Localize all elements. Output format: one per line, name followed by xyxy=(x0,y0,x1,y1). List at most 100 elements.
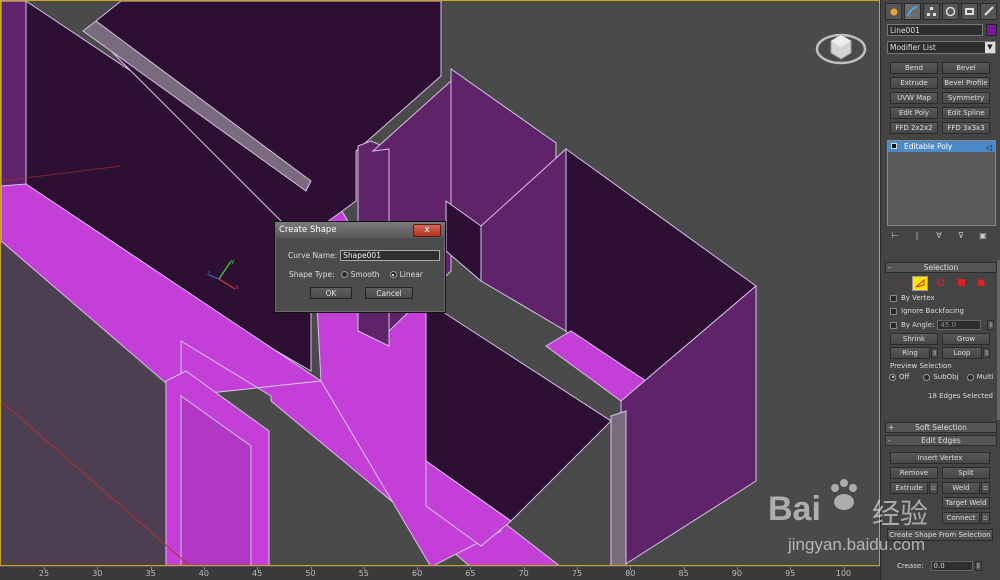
configure-modifier-sets-icon[interactable]: ▣ xyxy=(977,230,989,241)
shrink-button[interactable]: Shrink xyxy=(890,333,938,345)
angle-spinner[interactable]: ⇕ xyxy=(987,320,995,330)
by-vertex-label: By Vertex xyxy=(901,294,935,302)
weld-settings-button[interactable]: ▫ xyxy=(981,482,990,494)
loop-button[interactable]: Loop xyxy=(942,347,982,359)
ruler-tick-label: 90 xyxy=(731,569,742,578)
split-button[interactable]: Split xyxy=(942,467,990,479)
hierarchy-tab-icon[interactable] xyxy=(923,3,940,20)
edit-edges-rollout-header[interactable]: - Edit Edges xyxy=(885,435,997,446)
crease-spinner[interactable]: ⇕ xyxy=(974,561,982,571)
connect-settings-button[interactable]: ▫ xyxy=(981,512,990,524)
curve-name-label: Curve Name: xyxy=(288,251,338,260)
connect-button[interactable]: Connect xyxy=(942,512,980,524)
modify-tab-icon[interactable] xyxy=(904,3,921,20)
border-mode-icon[interactable] xyxy=(934,276,948,289)
utilities-tab-icon[interactable] xyxy=(980,3,997,20)
preview-subobj-radio[interactable] xyxy=(923,373,931,381)
display-tab-icon[interactable] xyxy=(961,3,978,20)
ruler-tick-label: 85 xyxy=(678,569,689,578)
modifier-button-edit-spline[interactable]: Edit Spline xyxy=(942,107,990,119)
vertex-mode-icon[interactable]: ·: xyxy=(892,276,906,289)
transform-gizmo-icon: y x z xyxy=(207,258,239,291)
ring-button[interactable]: Ring xyxy=(890,347,930,359)
left-box-side xyxy=(1,1,27,192)
modifier-stack[interactable]: Editable Poly ◁ xyxy=(887,140,996,226)
by-angle-checkbox[interactable] xyxy=(890,321,897,329)
create-shape-from-selection-button[interactable]: Create Shape From Selection xyxy=(887,529,993,541)
target-weld-button[interactable]: Target Weld xyxy=(942,497,990,509)
modifier-button-symmetry[interactable]: Symmetry xyxy=(942,92,990,104)
modifier-button-bevel[interactable]: Bevel xyxy=(942,62,990,74)
modifier-button-bend[interactable]: Bend xyxy=(890,62,938,74)
remove-button[interactable]: Remove xyxy=(890,467,938,479)
perspective-viewport[interactable]: y x z Create Shape x Curve Name: Shape T… xyxy=(0,0,880,566)
by-vertex-row: By Vertex xyxy=(890,294,935,302)
preview-off-radio[interactable] xyxy=(889,373,896,381)
ruler-tick-label: 55 xyxy=(358,569,369,578)
panel-tabs xyxy=(885,3,997,20)
by-vertex-checkbox[interactable] xyxy=(890,294,897,302)
modifier-button-uvw-map[interactable]: UVW Map xyxy=(890,92,938,104)
extrude-settings-button[interactable]: ▫ xyxy=(929,482,938,494)
collapse-icon: - xyxy=(888,263,891,272)
ruler-tick-label: 75 xyxy=(571,569,583,578)
ring-spinner[interactable]: ⇕ xyxy=(931,348,938,358)
extrude-button[interactable]: Extrude xyxy=(890,482,928,494)
make-unique-icon[interactable]: ∀ xyxy=(933,230,945,241)
svg-text:x: x xyxy=(235,284,239,291)
close-button[interactable]: x xyxy=(413,224,441,237)
preview-off-label: Off xyxy=(899,373,910,381)
stack-item-editable-poly[interactable]: Editable Poly ◁ xyxy=(888,141,995,152)
modifier-button-ffd-3x3x3[interactable]: FFD 3x3x3 xyxy=(942,122,990,134)
modifier-button-ffd-2x2x2[interactable]: FFD 2x2x2 xyxy=(890,122,938,134)
selection-rollout-header[interactable]: - Selection xyxy=(885,262,997,273)
linear-radio[interactable] xyxy=(389,271,397,278)
modifier-button-extrude[interactable]: Extrude xyxy=(890,77,938,89)
crease-input[interactable]: 0.0 xyxy=(930,561,973,571)
polygon-mode-icon[interactable] xyxy=(954,276,968,289)
grow-button[interactable]: Grow xyxy=(942,333,990,345)
ruler-tick-label: 60 xyxy=(412,569,423,578)
linear-label: Linear xyxy=(399,270,423,279)
selection-status: 18 Edges Selected xyxy=(928,392,993,400)
lower-box-rim xyxy=(610,410,627,565)
dialog-title-bar[interactable]: Create Shape x xyxy=(275,222,445,238)
pin-stack-icon[interactable]: ⊢ xyxy=(889,230,901,241)
object-color-swatch[interactable] xyxy=(986,24,997,36)
soft-selection-rollout-header[interactable]: + Soft Selection xyxy=(885,422,997,433)
ok-button[interactable]: OK xyxy=(310,287,352,299)
subobject-icons: ·: xyxy=(892,276,988,291)
modifier-button-bevel-profile[interactable]: Bevel Profile xyxy=(942,77,990,89)
object-name-field[interactable]: Line001 xyxy=(887,24,983,36)
by-angle-row: By Angle: 45.0 ⇕ xyxy=(890,320,995,330)
curve-name-input[interactable] xyxy=(340,250,441,261)
motion-tab-icon[interactable] xyxy=(942,3,959,20)
ruler-tick-label: 50 xyxy=(305,569,316,578)
element-mode-icon[interactable] xyxy=(974,276,988,289)
crease-label: Crease: xyxy=(897,562,924,570)
loop-spinner[interactable]: ⇕ xyxy=(983,348,990,358)
ruler-tick-label: 70 xyxy=(518,569,529,578)
ruler-tick-label: 80 xyxy=(625,569,636,578)
timeline-ruler[interactable]: 25 30 35 40 45 50 55 60 65 70 75 80 85 90 95 100 xyxy=(0,566,880,580)
cancel-button[interactable]: Cancel xyxy=(365,287,413,299)
curve-name-row: Curve Name: xyxy=(288,250,441,261)
weld-button[interactable]: Weld xyxy=(942,482,980,494)
ignore-backfacing-checkbox[interactable] xyxy=(890,307,897,315)
show-end-result-icon[interactable]: ❘ xyxy=(911,230,923,241)
remove-modifier-icon[interactable]: ⊽ xyxy=(955,230,967,241)
shape-type-row: Shape Type: Smooth Linear xyxy=(289,270,423,279)
angle-input[interactable]: 45.0 xyxy=(937,320,982,330)
viewcube-icon[interactable] xyxy=(813,19,869,75)
insert-vertex-button[interactable]: Insert Vertex xyxy=(890,452,990,464)
create-tab-icon[interactable] xyxy=(885,3,902,20)
modifier-button-edit-poly[interactable]: Edit Poly xyxy=(890,107,938,119)
ignore-backfacing-row: Ignore Backfacing xyxy=(890,307,964,315)
ruler-tick-label: 45 xyxy=(252,569,263,578)
modifier-list-dropdown[interactable]: Modifier List ▼ xyxy=(887,41,996,54)
edge-mode-icon[interactable] xyxy=(912,276,928,291)
dialog-title: Create Shape xyxy=(279,225,337,235)
expand-box-icon[interactable] xyxy=(891,143,897,149)
preview-multi-radio[interactable] xyxy=(966,373,974,381)
smooth-radio[interactable] xyxy=(340,271,348,278)
